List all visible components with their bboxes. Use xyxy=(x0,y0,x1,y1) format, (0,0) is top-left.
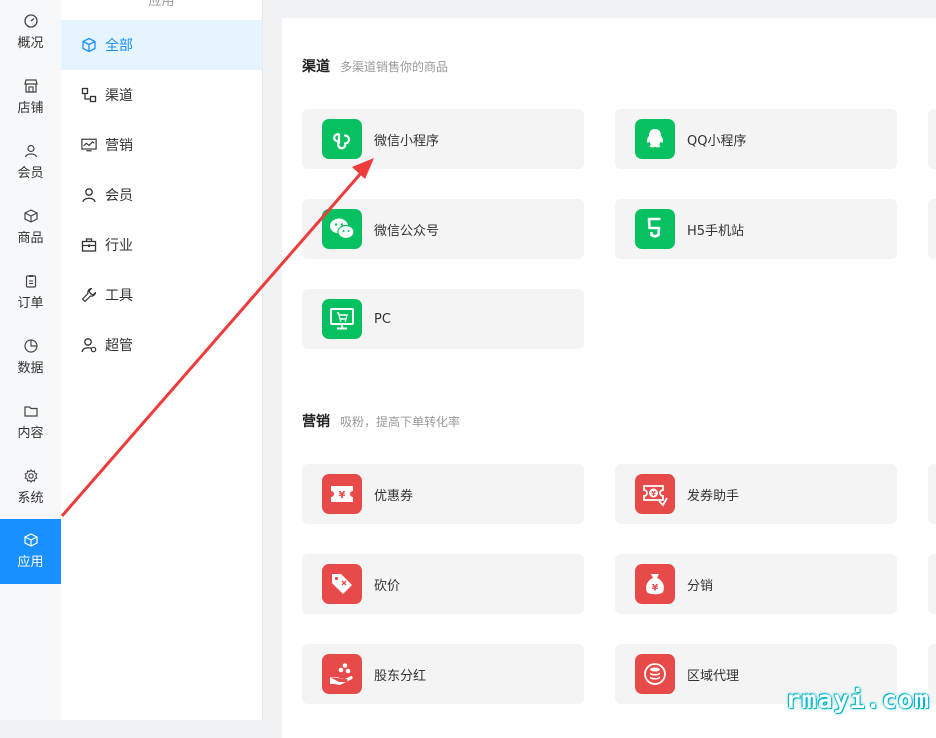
sub-nav-item-label: 工具 xyxy=(105,288,133,304)
coin-stack-icon xyxy=(635,654,675,694)
nav-item-goods[interactable]: 商品 xyxy=(0,195,61,260)
admin-user-icon xyxy=(81,338,97,353)
sub-nav-item-tools[interactable]: 工具 xyxy=(61,270,262,320)
sub-nav-item-marketing[interactable]: 营销 xyxy=(61,120,262,170)
app-card-distribution[interactable]: ¥ 分销 xyxy=(615,554,897,614)
section-desc: 吸粉，提高下单转化率 xyxy=(340,415,461,429)
section-title-channel: 渠道 多渠道销售你的商品 xyxy=(302,56,448,76)
wechat-icon xyxy=(322,209,362,249)
app-card-partial[interactable] xyxy=(928,464,936,524)
briefcase-icon xyxy=(81,238,97,252)
cube-icon xyxy=(23,209,38,223)
sub-nav-item-all[interactable]: 全部 xyxy=(61,20,262,70)
nav-item-store[interactable]: 店铺 xyxy=(0,65,61,130)
nav-item-data[interactable]: 数据 xyxy=(0,325,61,390)
dashboard-icon xyxy=(23,14,38,28)
pie-chart-icon xyxy=(23,339,38,353)
sub-nav-item-channel[interactable]: 渠道 xyxy=(61,70,262,120)
app-card-label: 分销 xyxy=(687,578,714,594)
main-nav: 概况 店铺 会员 商品 订单 数据 内容 系统 应用 xyxy=(0,0,61,720)
app-card-pc[interactable]: PC xyxy=(302,289,584,349)
cube-icon xyxy=(23,533,38,547)
app-card-coupon-helper[interactable]: ¥ 发券助手 xyxy=(615,464,897,524)
app-card-coupon[interactable]: ¥ 优惠券 xyxy=(302,464,584,524)
nav-item-label: 店铺 xyxy=(17,101,44,116)
app-card-label: 股东分红 xyxy=(374,668,427,684)
app-card-label: 微信小程序 xyxy=(374,133,440,149)
qq-penguin-icon xyxy=(635,119,675,159)
app-card-partial[interactable] xyxy=(928,554,936,614)
html5-icon xyxy=(635,209,675,249)
nav-item-label: 数据 xyxy=(17,361,44,376)
nav-item-system[interactable]: 系统 xyxy=(0,455,61,520)
app-card-label: 微信公众号 xyxy=(374,223,440,239)
app-card-label: PC xyxy=(374,311,391,327)
pc-monitor-icon xyxy=(322,299,362,339)
app-card-label: 发券助手 xyxy=(687,488,740,504)
gear-icon xyxy=(23,469,38,483)
svg-text:¥: ¥ xyxy=(339,490,346,501)
section-title-marketing: 营销 吸粉，提高下单转化率 xyxy=(302,411,460,431)
app-card-label: 砍价 xyxy=(374,578,401,594)
app-panel: 渠道 多渠道销售你的商品 微信小程序 QQ小程序 微信公众号 H5手机站 PC xyxy=(282,18,936,738)
app-card-wechat-official-account[interactable]: 微信公众号 xyxy=(302,199,584,259)
app-card-h5-mobile-site[interactable]: H5手机站 xyxy=(615,199,897,259)
sub-nav-title: 应用 xyxy=(148,0,175,9)
sub-nav-item-label: 超管 xyxy=(105,338,133,354)
nav-item-label: 会员 xyxy=(17,166,44,181)
app-card-qq-mini-program[interactable]: QQ小程序 xyxy=(615,109,897,169)
nav-item-label: 订单 xyxy=(17,296,44,311)
app-card-shareholder-dividend[interactable]: 股东分红 xyxy=(302,644,584,704)
section-title-text: 营销 xyxy=(302,414,330,430)
coupon-helper-icon: ¥ xyxy=(635,474,675,514)
coupon-icon: ¥ xyxy=(322,474,362,514)
nav-item-label: 应用 xyxy=(17,555,44,570)
user-icon xyxy=(24,144,37,158)
cube-icon xyxy=(82,37,96,53)
app-card-partial[interactable] xyxy=(928,109,936,169)
mini-program-icon xyxy=(322,119,362,159)
app-card-bargain[interactable]: 砍价 xyxy=(302,554,584,614)
nav-item-label: 概况 xyxy=(17,36,44,51)
svg-text:¥: ¥ xyxy=(652,584,659,594)
money-bag-icon: ¥ xyxy=(635,564,675,604)
clipboard-icon xyxy=(25,275,36,288)
user-icon xyxy=(82,188,96,203)
app-card-label: 优惠券 xyxy=(374,488,414,504)
sub-nav-item-industry[interactable]: 行业 xyxy=(61,220,262,270)
app-card-label: QQ小程序 xyxy=(687,133,747,149)
nav-item-member[interactable]: 会员 xyxy=(0,130,61,195)
sub-nav-item-super-admin[interactable]: 超管 xyxy=(61,320,262,370)
dividend-hand-icon xyxy=(322,654,362,694)
folder-icon xyxy=(23,406,38,417)
sub-nav-item-label: 会员 xyxy=(105,188,133,204)
watermark: rmayi.com xyxy=(785,685,930,714)
channel-icon xyxy=(81,87,97,103)
nav-item-apps[interactable]: 应用 xyxy=(0,519,61,584)
section-title-text: 渠道 xyxy=(302,59,330,75)
app-card-wechat-mini-program[interactable]: 微信小程序 xyxy=(302,109,584,169)
bargain-tag-icon xyxy=(322,564,362,604)
svg-text:¥: ¥ xyxy=(651,490,656,498)
app-card-partial[interactable] xyxy=(928,199,936,259)
sub-nav-item-member[interactable]: 会员 xyxy=(61,170,262,220)
nav-item-content[interactable]: 内容 xyxy=(0,390,61,455)
nav-item-label: 内容 xyxy=(17,426,44,441)
sub-nav: 应用 全部 渠道 营销 会员 行业 工具 超管 xyxy=(61,0,263,720)
wrench-icon xyxy=(81,287,97,303)
app-card-label: H5手机站 xyxy=(687,223,745,239)
store-icon xyxy=(23,79,38,93)
section-desc: 多渠道销售你的商品 xyxy=(340,60,449,74)
sub-nav-item-label: 行业 xyxy=(105,238,133,254)
monitor-chart-icon xyxy=(81,138,97,152)
sub-nav-item-label: 渠道 xyxy=(105,88,133,104)
nav-item-label: 商品 xyxy=(17,231,44,246)
nav-item-order[interactable]: 订单 xyxy=(0,260,61,325)
sub-nav-item-label: 营销 xyxy=(105,138,133,154)
nav-item-label: 系统 xyxy=(17,491,44,506)
nav-item-overview[interactable]: 概况 xyxy=(0,0,61,65)
app-card-label: 区域代理 xyxy=(687,668,740,684)
sub-nav-item-label: 全部 xyxy=(105,38,133,54)
